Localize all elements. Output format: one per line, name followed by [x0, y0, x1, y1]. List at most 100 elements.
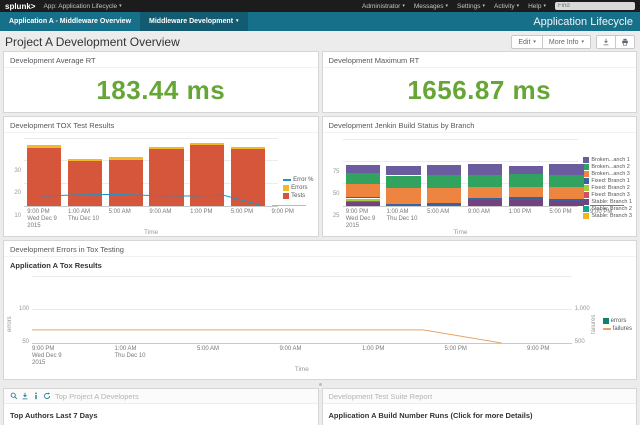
app-title: Application Lifecycle — [533, 15, 633, 28]
bar-segment[interactable] — [549, 187, 584, 199]
legend-swatch — [583, 156, 590, 163]
legend-item[interactable]: Fixed: Branch 2 — [583, 184, 632, 191]
bar-segment[interactable] — [508, 197, 543, 200]
panel-title: Development Test Suite Report — [328, 391, 433, 401]
bar-segment[interactable] — [467, 199, 503, 206]
jenkin-chart: 25 50 75 9:00 PM Wed Dec 9 2015 1:00 AM Thu De… — [323, 133, 637, 236]
legend-swatch — [583, 198, 590, 205]
top-nav-bar: splunk> App: Application Lifecycle ▾ Adm… — [0, 0, 640, 12]
bar-segment[interactable] — [590, 204, 625, 206]
bar-segment[interactable] — [345, 201, 380, 203]
panel-title: Development TOX Test Results — [4, 117, 318, 133]
legend-item[interactable]: Tests — [283, 192, 313, 199]
plot-area[interactable] — [32, 274, 572, 344]
bar-segment[interactable] — [508, 186, 543, 198]
bar-segment[interactable] — [427, 188, 462, 204]
chevron-down-icon: ▾ — [516, 2, 520, 9]
bar-segment[interactable] — [345, 184, 380, 197]
messages-menu[interactable]: Messages ▾ — [414, 3, 448, 10]
bar-segment[interactable] — [467, 175, 503, 188]
nav-middleware-overview[interactable]: Application A - Middleware Overview — [0, 12, 140, 31]
chevron-down-icon: ▾ — [119, 2, 122, 9]
administrator-menu[interactable]: Administrator ▾ — [362, 3, 405, 10]
line-layer — [42, 193, 261, 206]
export-button[interactable] — [596, 35, 616, 49]
legend-item[interactable]: Fixed: Branch 1 — [583, 177, 632, 184]
bar-segment[interactable] — [508, 199, 543, 206]
chart-legend: Broken...anch 1 Broken...anch 2 Broken...a… — [578, 137, 632, 236]
splunk-logo[interactable]: splunk> — [5, 2, 35, 11]
plot-area[interactable] — [342, 137, 625, 207]
y-tick-label: 75 — [332, 168, 340, 175]
chevron-down-icon: ▾ — [402, 2, 405, 9]
find-search-input[interactable] — [555, 2, 635, 10]
print-button[interactable] — [616, 35, 635, 49]
chevron-down-icon: ▾ — [581, 38, 584, 45]
bar-segment[interactable] — [467, 164, 503, 176]
line-series[interactable] — [42, 193, 261, 206]
bar-segment[interactable] — [427, 165, 462, 176]
x-tick-label: 5:00 PM — [444, 346, 467, 352]
help-menu[interactable]: Help ▾ — [528, 3, 546, 10]
panel-top-developers: Top Project A Developers Top Authors Las… — [3, 388, 319, 425]
refresh-icon[interactable] — [43, 392, 51, 400]
messages-label: Messages — [413, 2, 444, 10]
bar-segment[interactable] — [427, 175, 462, 189]
x-tick-label: 5:00 PM — [549, 209, 572, 215]
legend-item[interactable]: Stable: Branch 1 — [583, 198, 632, 205]
activity-menu[interactable]: Activity ▾ — [494, 3, 519, 10]
legend-item[interactable]: Error % — [283, 177, 314, 183]
bar-segment[interactable] — [467, 198, 503, 200]
panel-jenkin-build-status: Development Jenkin Build Status by Branc… — [321, 116, 637, 237]
legend-item[interactable]: failures — [602, 326, 632, 332]
legend-item[interactable]: Broken...anch 3 — [583, 170, 632, 177]
line-series[interactable] — [32, 329, 502, 344]
legend-item[interactable]: Errors — [283, 184, 313, 191]
export-icon[interactable] — [21, 392, 29, 400]
bar-segment[interactable] — [345, 202, 380, 206]
bar-segment[interactable] — [427, 203, 462, 206]
more-info-button[interactable]: More Info ▾ — [542, 35, 591, 49]
legend-swatch — [283, 178, 292, 181]
bar-segment[interactable] — [549, 164, 584, 176]
more-info-label: More Info — [548, 38, 579, 46]
bar-segment[interactable] — [508, 166, 543, 175]
bar-segment[interactable] — [345, 198, 380, 202]
bar-segment[interactable] — [508, 174, 543, 187]
nav-middleware-development[interactable]: Middleware Development ▾ — [140, 12, 248, 31]
edit-button[interactable]: Edit ▾ — [511, 35, 543, 49]
bar-segment[interactable] — [345, 165, 380, 174]
legend-item[interactable]: Fixed: Branch 3 — [583, 191, 632, 198]
legend-label: Stable: Branch 1 — [591, 198, 632, 205]
dashboard-content: Project A Development Overview Edit ▾ Mor… — [0, 31, 640, 425]
legend-item[interactable]: Broken...anch 1 — [583, 156, 632, 163]
bar-segment[interactable] — [386, 203, 421, 206]
plot-area[interactable] — [24, 137, 306, 207]
administrator-label: Administrator — [362, 2, 401, 10]
bar-segment[interactable] — [345, 196, 380, 199]
legend-label: Broken...anch 1 — [591, 156, 630, 163]
legend-item[interactable]: errors — [602, 317, 632, 324]
legend-label: Fixed: Branch 2 — [591, 184, 630, 191]
settings-menu[interactable]: Settings ▾ — [457, 3, 485, 10]
avg-rt-value: 183.44 ms — [96, 74, 226, 105]
gridline — [342, 160, 579, 162]
bar-segment[interactable] — [549, 175, 584, 188]
x-tick-label: 5:00 AM — [197, 346, 220, 352]
bar-segment[interactable] — [386, 175, 421, 188]
legend-item[interactable]: Broken...anch 2 — [583, 163, 632, 170]
bar-segment[interactable] — [467, 187, 503, 199]
bar-segment[interactable] — [386, 165, 421, 176]
bar-segment[interactable] — [386, 187, 421, 204]
edit-button-group: Edit ▾ More Info ▾ — [511, 35, 591, 49]
bar-segment[interactable] — [549, 200, 584, 206]
tox-results-chart: errors 50 100 9:00 PM Wed Dec 9 2015 1:00 AM… — [4, 270, 636, 375]
bar-segment[interactable] — [345, 173, 380, 185]
panel-tox-test-results: Development TOX Test Results 10 20 30 9:00… — [3, 116, 319, 237]
x-tick-label: 1:00 AM Thu Dec 10 — [386, 209, 418, 222]
magnifier-icon[interactable] — [10, 392, 18, 400]
app-menu[interactable]: App: Application Lifecycle ▾ — [43, 3, 121, 10]
panel-resize-handle[interactable] — [318, 383, 322, 386]
bar-segment[interactable] — [549, 198, 584, 201]
info-icon[interactable] — [32, 392, 40, 400]
